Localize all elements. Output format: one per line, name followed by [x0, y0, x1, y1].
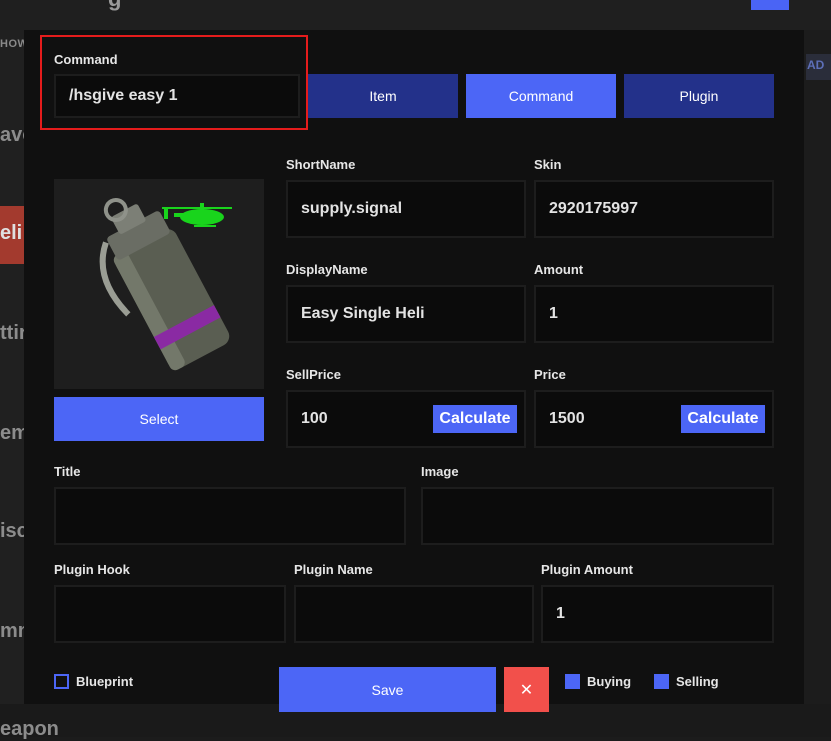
plugin-name-input[interactable]	[294, 585, 534, 643]
plugin-amount-input[interactable]: 1	[541, 585, 774, 643]
sellprice-input[interactable]: 100 Calculate	[286, 390, 526, 448]
tab-item[interactable]: Item	[308, 74, 458, 118]
plugin-hook-label: Plugin Hook	[54, 562, 130, 577]
plugin-name-label: Plugin Name	[294, 562, 373, 577]
tab-plugin[interactable]: Plugin	[624, 74, 774, 118]
plugin-amount-label: Plugin Amount	[541, 562, 633, 577]
close-button[interactable]: ✕	[504, 667, 549, 712]
sellprice-label: SellPrice	[286, 367, 341, 382]
select-image-button[interactable]: Select	[54, 397, 264, 441]
amount-label: Amount	[534, 262, 584, 277]
tab-command[interactable]: Command	[466, 74, 616, 118]
skin-input[interactable]: 2920175997	[534, 180, 774, 238]
title-label: Title	[54, 464, 81, 479]
price-label: Price	[534, 367, 566, 382]
sidebar-category-item[interactable]: ttir	[0, 322, 27, 345]
buying-label: Buying	[587, 674, 632, 689]
command-highlight-box	[40, 35, 308, 130]
amount-input[interactable]: 1	[534, 285, 774, 343]
buying-checkbox[interactable]	[565, 674, 580, 689]
title-input[interactable]	[54, 487, 406, 545]
displayname-label: DisplayName	[286, 262, 368, 277]
image-url-input[interactable]	[421, 487, 774, 545]
displayname-input[interactable]: Easy Single Heli	[286, 285, 526, 343]
displayname-value: Easy Single Heli	[301, 305, 425, 322]
sellprice-value: 100	[301, 410, 328, 427]
image-url-label: Image	[421, 464, 459, 479]
price-value: 1500	[549, 410, 585, 427]
selling-checkbox[interactable]	[654, 674, 669, 689]
sidebar-category-item-active[interactable]: eli	[0, 206, 24, 264]
plugin-amount-value: 1	[556, 605, 565, 622]
blueprint-checkbox[interactable]	[54, 674, 69, 689]
shortname-input[interactable]: supply.signal	[286, 180, 526, 238]
shortname-value: supply.signal	[301, 200, 403, 217]
page-header: g	[0, 0, 831, 30]
supply-signal-grenade-icon	[99, 198, 232, 371]
amount-value: 1	[549, 305, 558, 322]
save-button[interactable]: Save	[279, 667, 496, 712]
page-title-fragment: g	[108, 0, 121, 12]
sellprice-calculate-button[interactable]: Calculate	[433, 405, 517, 433]
header-action-button[interactable]	[751, 0, 789, 10]
skin-label: Skin	[534, 157, 562, 172]
price-input[interactable]: 1500 Calculate	[534, 390, 774, 448]
blueprint-label: Blueprint	[76, 674, 134, 689]
shortname-label: ShortName	[286, 157, 356, 172]
skin-value: 2920175997	[549, 200, 638, 217]
add-button[interactable]: AD	[806, 54, 831, 80]
sidebar-category-item[interactable]: eapon	[0, 718, 59, 741]
close-icon: ✕	[519, 681, 534, 699]
selling-label: Selling	[676, 674, 719, 689]
plugin-hook-input[interactable]	[54, 585, 286, 643]
item-image	[54, 179, 264, 389]
price-calculate-button[interactable]: Calculate	[681, 405, 765, 433]
